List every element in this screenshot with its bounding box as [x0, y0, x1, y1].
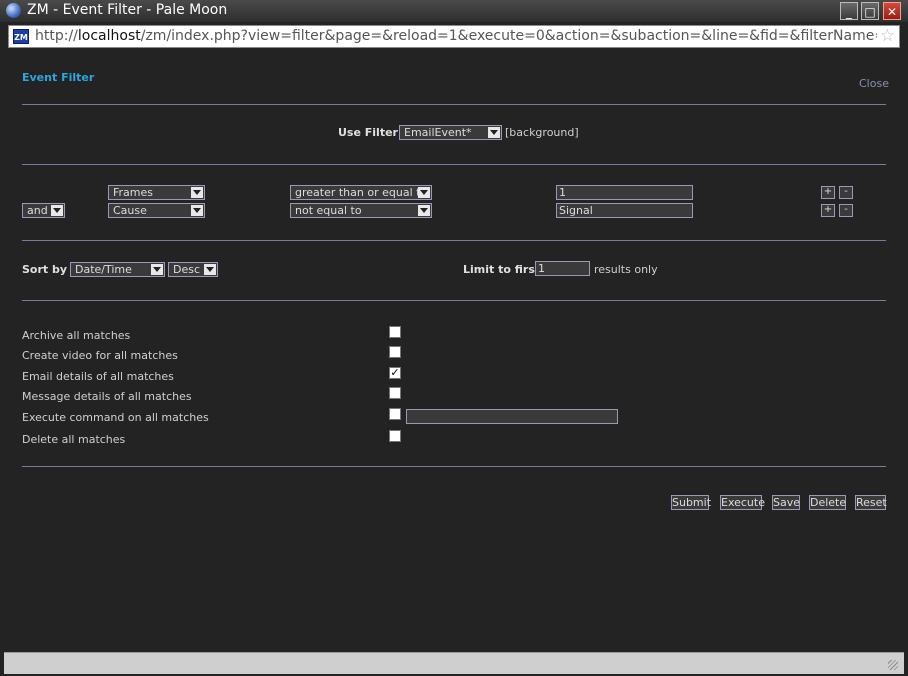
bookmark-star-icon[interactable]: ☆	[880, 26, 895, 46]
term-attribute-select[interactable]: Frames	[108, 185, 205, 200]
submit-button[interactable]: Submit	[671, 495, 711, 510]
chevron-down-icon	[488, 127, 500, 138]
archive-checkbox[interactable]	[389, 326, 401, 338]
reset-button[interactable]: Reset	[855, 495, 887, 510]
action-label-email: Email details of all matches	[22, 370, 174, 383]
delete-button[interactable]: Delete	[809, 495, 846, 510]
add-term-button[interactable]: +	[821, 186, 835, 199]
term-attribute-value: Frames	[113, 186, 154, 199]
execute-command-input[interactable]	[406, 409, 618, 424]
chevron-down-icon	[151, 264, 163, 275]
limit-label: Limit to first	[463, 263, 541, 276]
term-value-input[interactable]: Signal	[556, 203, 693, 218]
url-text[interactable]: http://localhost/zm/index.php?view=filte…	[35, 28, 877, 44]
zm-favicon-icon: ZM	[13, 29, 29, 44]
email-checkbox[interactable]: ✓	[389, 367, 401, 379]
divider	[22, 164, 886, 165]
page-title: Event Filter	[22, 71, 95, 84]
maximize-button[interactable]: □	[861, 2, 879, 20]
chevron-down-icon	[204, 264, 216, 275]
url-path: /zm/index.php?view=filter&page=&reload=1…	[140, 28, 877, 44]
term-operator-value: greater than or equal to	[295, 186, 428, 199]
divider	[22, 240, 886, 241]
url-scheme: http://	[35, 28, 78, 44]
term-operator-value: not equal to	[295, 204, 362, 217]
term-attribute-select[interactable]: Cause	[108, 203, 205, 218]
chevron-down-icon	[418, 205, 430, 216]
chevron-down-icon	[418, 187, 430, 198]
message-checkbox[interactable]	[389, 387, 401, 399]
remove-term-button[interactable]: -	[839, 186, 853, 199]
checkmark-icon: ✓	[390, 366, 400, 379]
term-operator-select[interactable]: greater than or equal to	[290, 185, 432, 200]
add-term-button[interactable]: +	[821, 204, 835, 217]
browser-window: ZM - Event Filter - Pale Moon _ □ ✕ ZM h…	[0, 0, 908, 676]
term-attribute-value: Cause	[113, 204, 147, 217]
limit-input[interactable]: 1	[535, 261, 590, 276]
divider	[22, 104, 886, 105]
action-label-archive: Archive all matches	[22, 329, 131, 342]
status-bar	[4, 652, 904, 674]
sort-direction-value: Desc	[173, 263, 201, 276]
close-window-button[interactable]: ✕	[883, 2, 901, 20]
chevron-down-icon	[51, 205, 63, 216]
delete-checkbox[interactable]	[389, 430, 401, 442]
sort-by-label: Sort by	[22, 263, 68, 276]
term-conjunction-value: and	[27, 204, 48, 217]
video-checkbox[interactable]	[389, 346, 401, 358]
window-title: ZM - Event Filter - Pale Moon	[27, 2, 228, 18]
execute-checkbox[interactable]	[389, 408, 401, 420]
term-operator-select[interactable]: not equal to	[290, 203, 432, 218]
sort-field-value: Date/Time	[75, 263, 132, 276]
limit-suffix: results only	[594, 263, 658, 276]
page-content: Event Filter Close Use Filter EmailEvent…	[4, 52, 904, 652]
sort-field-select[interactable]: Date/Time	[70, 262, 165, 277]
chevron-down-icon	[191, 187, 203, 198]
background-indicator: [background]	[505, 126, 579, 139]
divider	[22, 466, 886, 467]
url-host: localhost	[77, 28, 141, 44]
minimize-button[interactable]: _	[840, 2, 858, 20]
title-bar: ZM - Event Filter - Pale Moon _ □ ✕	[0, 0, 908, 22]
execute-button[interactable]: Execute	[720, 495, 765, 510]
resize-grip-icon[interactable]	[888, 660, 898, 670]
sort-direction-select[interactable]: Desc	[168, 262, 218, 277]
divider	[22, 300, 886, 301]
action-label-delete: Delete all matches	[22, 433, 126, 446]
action-label-execute: Execute command on all matches	[22, 411, 209, 424]
use-filter-select[interactable]: EmailEvent*	[399, 125, 502, 140]
remove-term-button[interactable]: -	[839, 204, 853, 217]
action-label-video: Create video for all matches	[22, 349, 178, 362]
close-link[interactable]: Close	[859, 77, 889, 90]
action-label-message: Message details of all matches	[22, 390, 192, 403]
save-button[interactable]: Save	[772, 495, 800, 510]
chevron-down-icon	[191, 205, 203, 216]
url-bar[interactable]: ZM http://localhost/zm/index.php?view=fi…	[8, 25, 900, 48]
globe-icon	[6, 3, 21, 18]
use-filter-value: EmailEvent*	[404, 126, 472, 139]
term-value-input[interactable]: 1	[556, 185, 693, 200]
use-filter-label: Use Filter	[338, 126, 398, 139]
term-conjunction-select[interactable]: and	[22, 203, 65, 218]
